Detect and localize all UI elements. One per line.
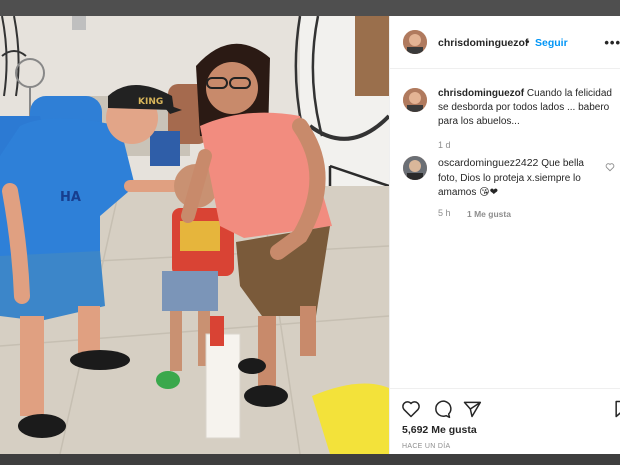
commenter-avatar[interactable] bbox=[403, 156, 427, 180]
comment-time[interactable]: 5 h bbox=[438, 208, 451, 218]
caption-time[interactable]: 1 d bbox=[438, 140, 451, 150]
photo-illustration: KING HA bbox=[0, 16, 389, 454]
shirt-text: HA bbox=[60, 190, 81, 205]
caption-author-avatar[interactable] bbox=[403, 88, 427, 112]
comment-item: oscardominguez2422 Que bella foto, Dios … bbox=[438, 156, 606, 201]
post-caption: chrisdominguezof Cuando la felicidad se … bbox=[438, 87, 616, 129]
small-heart-icon[interactable] bbox=[605, 162, 615, 172]
heart-outline-icon[interactable] bbox=[401, 399, 421, 419]
browser-bottom-strip bbox=[0, 454, 620, 465]
browser-top-strip bbox=[0, 0, 620, 16]
follow-button[interactable]: Seguir bbox=[535, 37, 568, 49]
bookmark-icon[interactable] bbox=[612, 399, 620, 419]
likes-count[interactable]: 5,692 Me gusta bbox=[402, 424, 477, 436]
author-avatar[interactable] bbox=[403, 30, 427, 54]
speech-bubble-icon[interactable] bbox=[432, 399, 452, 419]
author-username[interactable]: chrisdominguezof bbox=[438, 37, 528, 49]
cap-text: KING bbox=[138, 97, 163, 107]
post-side-panel: chrisdominguezof • Seguir ••• chrisdomin… bbox=[389, 16, 620, 454]
paper-plane-icon[interactable] bbox=[462, 399, 482, 419]
comment-username[interactable]: oscardominguez2422 bbox=[438, 157, 538, 169]
post-actions: 5,692 Me gusta HACE UN DÍA bbox=[390, 388, 620, 454]
comment-likes[interactable]: 1 Me gusta bbox=[467, 209, 511, 219]
more-options-icon[interactable]: ••• bbox=[604, 35, 620, 50]
caption-username[interactable]: chrisdominguezof bbox=[438, 88, 524, 99]
comment-emojis: 😘❤ bbox=[479, 187, 498, 198]
post-header: chrisdominguezof • Seguir ••• bbox=[390, 16, 620, 69]
posted-time[interactable]: HACE UN DÍA bbox=[402, 443, 450, 450]
header-separator: • bbox=[526, 37, 530, 48]
post-photo[interactable]: KING HA bbox=[0, 16, 389, 454]
